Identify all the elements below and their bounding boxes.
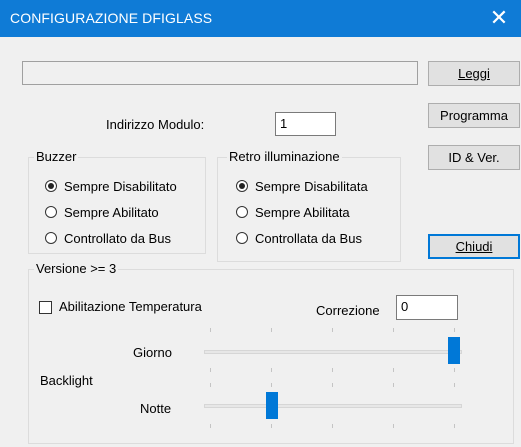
slider-tick bbox=[332, 424, 333, 428]
slider-tick bbox=[393, 424, 394, 428]
slider-tick bbox=[332, 328, 333, 332]
slider-tick bbox=[393, 383, 394, 387]
slider-tick bbox=[393, 368, 394, 372]
radio-button bbox=[236, 206, 248, 218]
giorno-slider-thumb[interactable] bbox=[448, 337, 460, 364]
title-bar: CONFIGURAZIONE DFIGLASS ✕ bbox=[0, 0, 521, 37]
programma-label: Programma bbox=[440, 108, 508, 123]
radio-label: Sempre Abilitato bbox=[64, 205, 159, 220]
close-icon[interactable]: ✕ bbox=[483, 3, 515, 33]
radio-label: Controllata da Bus bbox=[255, 231, 362, 246]
slider-tick bbox=[271, 368, 272, 372]
status-field bbox=[22, 61, 418, 85]
slider-tick bbox=[210, 424, 211, 428]
versione-group-title: Versione >= 3 bbox=[34, 261, 119, 276]
notte-label: Notte bbox=[140, 401, 172, 416]
slider-tick bbox=[332, 368, 333, 372]
chiudi-label: Chiudi bbox=[455, 239, 493, 254]
slider-tick bbox=[210, 328, 211, 332]
leggi-label: Leggi bbox=[458, 66, 490, 81]
leggi-button[interactable]: Leggi bbox=[428, 61, 520, 86]
slider-tick bbox=[393, 328, 394, 332]
abilitazione-temperatura-label: Abilitazione Temperatura bbox=[59, 299, 202, 314]
indirizzo-modulo-label: Indirizzo Modulo: bbox=[106, 117, 205, 132]
slider-tick bbox=[271, 328, 272, 332]
indirizzo-modulo-input[interactable]: 1 bbox=[275, 112, 336, 136]
radio-button-selected bbox=[236, 180, 248, 192]
radio-button-selected bbox=[45, 180, 57, 192]
correzione-label: Correzione bbox=[316, 303, 380, 318]
slider-tick bbox=[454, 368, 455, 372]
correzione-input[interactable]: 0 bbox=[396, 295, 458, 320]
dialog-client-area: Leggi Programma ID & Ver. Chiudi Indiriz… bbox=[0, 37, 521, 447]
slider-tick bbox=[210, 368, 211, 372]
slider-tick bbox=[454, 383, 455, 387]
buzzer-group-title: Buzzer bbox=[34, 149, 79, 164]
chiudi-button[interactable]: Chiudi bbox=[428, 234, 520, 259]
slider-tick bbox=[210, 383, 211, 387]
giorno-label: Giorno bbox=[133, 345, 173, 360]
radio-button bbox=[45, 206, 57, 218]
id-ver-button[interactable]: ID & Ver. bbox=[428, 145, 520, 170]
slider-tick bbox=[271, 383, 272, 387]
notte-slider-thumb[interactable] bbox=[266, 392, 278, 419]
radio-label: Sempre Abilitata bbox=[255, 205, 350, 220]
backlight-label: Backlight bbox=[40, 373, 93, 388]
radio-button bbox=[236, 232, 248, 244]
abilitazione-temperatura-checkbox[interactable] bbox=[39, 301, 52, 314]
radio-label: Sempre Disabilitato bbox=[64, 179, 177, 194]
slider-tick bbox=[332, 383, 333, 387]
retro-illuminazione-group-title: Retro illuminazione bbox=[227, 149, 342, 164]
radio-label: Controllato da Bus bbox=[64, 231, 171, 246]
programma-button[interactable]: Programma bbox=[428, 103, 520, 128]
giorno-slider-track bbox=[204, 350, 462, 354]
id-ver-label: ID & Ver. bbox=[448, 150, 500, 165]
window-title: CONFIGURAZIONE DFIGLASS bbox=[10, 10, 213, 26]
radio-label: Sempre Disabilitata bbox=[255, 179, 368, 194]
slider-tick bbox=[454, 424, 455, 428]
slider-tick bbox=[271, 424, 272, 428]
slider-tick bbox=[454, 328, 455, 332]
notte-slider-track bbox=[204, 404, 462, 408]
radio-button bbox=[45, 232, 57, 244]
